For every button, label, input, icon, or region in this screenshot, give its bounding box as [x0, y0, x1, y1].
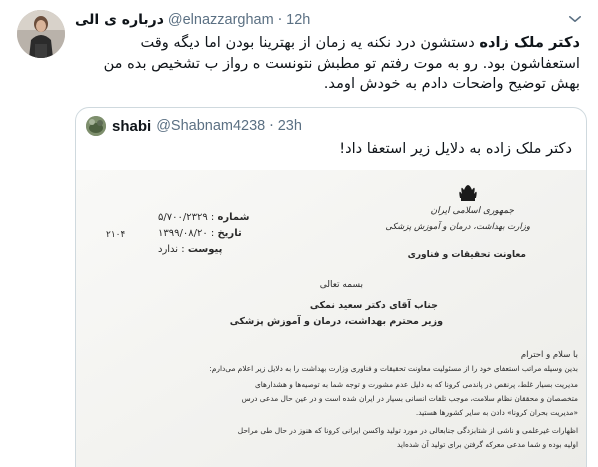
chevron-down-icon [569, 16, 581, 22]
number-label: شماره [217, 212, 250, 223]
body-line: اولیه بوده و شما مدعی معرکه گرفتن برای ت… [397, 440, 578, 449]
number-field: شماره : ۵/۷۰۰/۲۳۲۹ [158, 212, 250, 223]
separator-dot: · [277, 12, 283, 28]
number-value: ۵/۷۰۰/۲۳۲۹ [158, 212, 208, 223]
document-photo[interactable]: جمهوری اسلامی ایران وزارت بهداشت، درمان … [76, 170, 586, 467]
date-value: ۱۳۹۹/۰۸/۲۰ [158, 228, 208, 239]
ministry-caption: وزارت بهداشت، درمان و آموزش پزشکی [385, 222, 530, 232]
display-name[interactable]: درباره ی الی [75, 12, 164, 28]
addressee-name: جناب آقای دکتر سعید نمکی [309, 300, 438, 311]
quoted-avatar[interactable] [86, 116, 106, 136]
attachment-label: پیوست [187, 244, 223, 255]
tweet-text-bold: دکتر ملک زاده [479, 34, 580, 51]
tweet[interactable]: درباره ی الی @elnazzargham · 12h دکتر مل… [0, 0, 598, 467]
body-line: متخصصان و محققان نظام سلامت، موجب تلفات … [241, 394, 578, 403]
greeting: با سلام و احترام [520, 350, 578, 360]
date-field: تاریخ : ۱۳۹۹/۰۸/۲۰ [158, 228, 242, 239]
quoted-tweet[interactable]: shabi @Shabnam4238 · 23h دکتر ملک زاده ب… [75, 107, 587, 467]
attachment-field: پیوست : ندارد [158, 244, 223, 255]
quoted-display-name[interactable]: shabi [112, 118, 151, 135]
quoted-timestamp[interactable]: 23h [278, 118, 302, 134]
tweet-text: دکتر ملک زاده دستشون درد نکنه یه زمان از… [72, 33, 580, 95]
date-label: تاریخ [217, 228, 242, 239]
attachment-value: ندارد [158, 244, 179, 255]
quoted-tweet-text: دکتر ملک زاده به دلایل زیر استعفا داد! [339, 140, 572, 157]
body-line: بدین وسیله مراتب استعفای خود را از مسئول… [209, 364, 578, 373]
side-code: ۲۱۰۴ [106, 230, 126, 240]
body-line: «مدیریت بحران کرونا» دادن به سایر کشورها… [415, 408, 578, 417]
timestamp[interactable]: 12h [286, 12, 310, 28]
body-line: مدیریت بسیار غلط، پرنقص در پاندمی کرونا … [254, 380, 578, 389]
avatar[interactable] [17, 10, 65, 58]
tweet-header: درباره ی الی @elnazzargham · 12h [75, 10, 310, 30]
emblem-caption: جمهوری اسلامی ایران [430, 206, 515, 216]
department-caption: معاونت تحقیقات و فناوری [407, 250, 526, 260]
user-handle[interactable]: @elnazzargham [168, 12, 274, 28]
more-options-button[interactable] [564, 10, 586, 28]
separator-dot: · [269, 118, 274, 134]
quoted-tweet-header: shabi @Shabnam4238 · 23h [86, 116, 302, 136]
addressee-title: وزیر محترم بهداشت، درمان و آموزش پزشکی [229, 316, 443, 327]
quoted-user-handle[interactable]: @Shabnam4238 [156, 118, 265, 134]
bismillah: بسمه تعالی [319, 280, 363, 290]
body-line: اظهارات غیرعلمی و ناشی از شتابزدگی جنابع… [237, 426, 578, 435]
